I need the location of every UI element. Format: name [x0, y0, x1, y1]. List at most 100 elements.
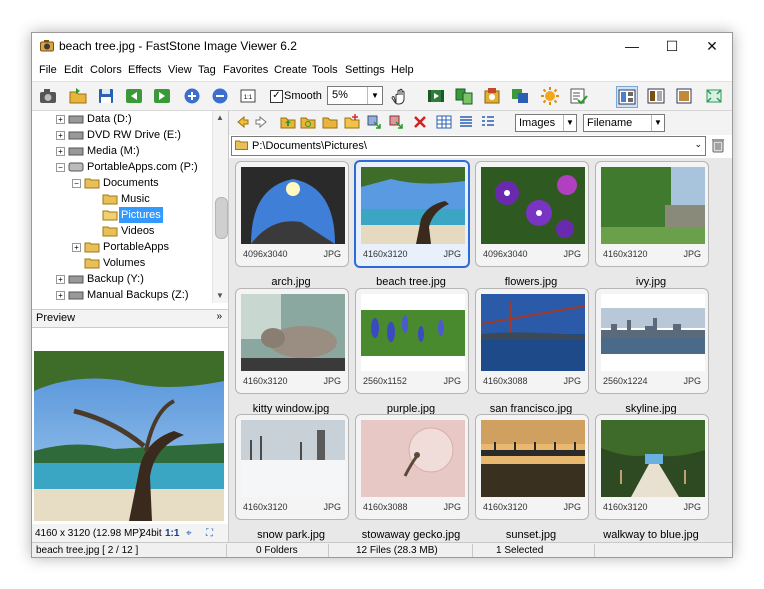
- next-image-icon[interactable]: [152, 86, 172, 106]
- thumbnail-ivy[interactable]: 4160x3120 JPG: [595, 161, 709, 267]
- collapse-icon[interactable]: −: [56, 163, 65, 172]
- tree-item-manual-backups-drive[interactable]: + Manual Backups (Z:): [32, 287, 212, 303]
- menu-settings[interactable]: Settings: [345, 64, 385, 76]
- tree-item-music[interactable]: Music: [32, 191, 212, 207]
- thumbnail-arch[interactable]: 4096x3040 JPG: [235, 161, 349, 267]
- parent-folder-icon[interactable]: [279, 113, 297, 131]
- thumbnails-layout-icon[interactable]: [646, 86, 666, 106]
- collapse-chevron-icon[interactable]: »: [216, 311, 222, 322]
- thumbnail-san-francisco[interactable]: 4160x3088 JPG: [475, 288, 589, 394]
- tree-item-data-drive[interactable]: + Data (D:): [32, 111, 212, 127]
- path-input[interactable]: P:\Documents\Pictures\ ⌄: [231, 136, 706, 156]
- thumbnail-beach-tree[interactable]: 4160x3120 JPG: [354, 160, 470, 268]
- favorite-folder-icon[interactable]: [321, 113, 339, 131]
- menu-view[interactable]: View: [168, 64, 192, 76]
- tree-scrollbar[interactable]: ▲ ▼: [212, 111, 228, 303]
- fit-icon[interactable]: ⌖: [186, 528, 192, 539]
- thumbnail-flowers[interactable]: 4096x3040 JPG: [475, 161, 589, 267]
- file-filter-select[interactable]: Images ▼: [515, 114, 577, 132]
- tree-item-documents[interactable]: − Documents: [32, 175, 212, 191]
- color-tool-icon[interactable]: [510, 86, 530, 106]
- single-view-icon[interactable]: [674, 86, 694, 106]
- hand-tool-icon[interactable]: [390, 86, 410, 106]
- thumbnail-dimensions: 4096x3040: [483, 249, 528, 259]
- maximize-button[interactable]: ☐: [652, 33, 692, 59]
- slideshow-icon[interactable]: [426, 86, 446, 106]
- refresh-folder-icon[interactable]: [299, 113, 317, 131]
- trash-icon[interactable]: [710, 137, 726, 153]
- expand-icon[interactable]: +: [56, 275, 65, 284]
- expand-icon[interactable]: +: [56, 291, 65, 300]
- batch-convert-icon[interactable]: [482, 86, 502, 106]
- menu-file[interactable]: File: [39, 64, 57, 76]
- menu-help[interactable]: Help: [391, 64, 414, 76]
- tree-item-label: Data (D:): [87, 113, 132, 125]
- copy-to-icon[interactable]: [387, 113, 405, 131]
- expand-icon[interactable]: +: [72, 243, 81, 252]
- browser-layout-icon[interactable]: [616, 86, 638, 108]
- back-arrow-icon[interactable]: [233, 113, 251, 131]
- menu-effects[interactable]: Effects: [128, 64, 161, 76]
- menu-edit[interactable]: Edit: [64, 64, 83, 76]
- file-filter-value: Images: [519, 117, 556, 129]
- thumbnail-sunset[interactable]: 4160x3120 JPG: [475, 414, 589, 520]
- checklist-icon[interactable]: [568, 86, 588, 106]
- tree-item-dvd-drive[interactable]: + DVD RW Drive (E:): [32, 127, 212, 143]
- expand-icon[interactable]: +: [56, 115, 65, 124]
- tree-item-pictures[interactable]: Pictures: [32, 207, 212, 223]
- thumbnail-purple[interactable]: 2560x1152 JPG: [355, 288, 469, 394]
- actual-size-button[interactable]: 1:1: [165, 528, 179, 539]
- close-button[interactable]: ✕: [692, 33, 732, 59]
- smooth-checkbox[interactable]: ✓: [270, 90, 283, 103]
- menu-tag[interactable]: Tag: [198, 64, 216, 76]
- actual-size-icon[interactable]: 1:1: [238, 86, 258, 106]
- thumbnail-kitty-window[interactable]: 4160x3120 JPG: [235, 288, 349, 394]
- dvd-drive-icon: [68, 131, 84, 140]
- menu-favorites[interactable]: Favorites: [223, 64, 268, 76]
- menu-tools[interactable]: Tools: [312, 64, 338, 76]
- zoom-select[interactable]: 5% ▼: [327, 86, 383, 105]
- new-folder-icon[interactable]: [343, 113, 361, 131]
- scroll-down-icon[interactable]: ▼: [216, 291, 224, 300]
- open-folder-icon[interactable]: [68, 86, 88, 106]
- tree-item-backup-drive[interactable]: + Backup (Y:): [32, 271, 212, 287]
- minimize-button[interactable]: —: [612, 33, 652, 59]
- collapse-icon[interactable]: −: [72, 179, 81, 188]
- sort-select[interactable]: Filename ▼: [583, 114, 665, 132]
- tree-item-media-drive[interactable]: + Media (M:): [32, 143, 212, 159]
- delete-icon[interactable]: [411, 113, 429, 131]
- zoom-out-icon[interactable]: [210, 86, 230, 106]
- thumbnail-stowaway-gecko[interactable]: 4160x3088 JPG: [355, 414, 469, 520]
- chevron-down-icon[interactable]: ⌄: [694, 139, 702, 150]
- save-icon[interactable]: [96, 86, 116, 106]
- thumbnail-snow-park[interactable]: 4160x3120 JPG: [235, 414, 349, 520]
- tree-item-videos[interactable]: Videos: [32, 223, 212, 239]
- forward-arrow-icon[interactable]: [253, 113, 271, 131]
- thumbnail-skyline[interactable]: 2560x1224 JPG: [595, 288, 709, 394]
- thumbnail-view-icon[interactable]: [435, 113, 453, 131]
- settings-sun-icon[interactable]: [540, 86, 560, 106]
- window-title: beach tree.jpg - FastStone Image Viewer …: [59, 39, 297, 53]
- details-view-icon[interactable]: [457, 113, 475, 131]
- tree-item-label: Pictures: [119, 207, 163, 223]
- drive-icon: [68, 291, 84, 300]
- thumbnail-image: [601, 420, 705, 497]
- move-to-icon[interactable]: [365, 113, 383, 131]
- menu-create[interactable]: Create: [274, 64, 307, 76]
- acquire-camera-button[interactable]: [38, 86, 58, 106]
- fullscreen-icon[interactable]: [704, 86, 724, 106]
- previous-image-icon[interactable]: [124, 86, 144, 106]
- fullscreen-preview-icon[interactable]: ⛶: [206, 528, 213, 539]
- tree-item-volumes[interactable]: Volumes: [32, 255, 212, 271]
- tree-item-portableapps[interactable]: + PortableApps: [32, 239, 212, 255]
- compare-icon[interactable]: [454, 86, 474, 106]
- expand-icon[interactable]: +: [56, 131, 65, 140]
- tree-item-portableapps-drive[interactable]: − PortableApps.com (P:): [32, 159, 212, 175]
- expand-icon[interactable]: +: [56, 147, 65, 156]
- scroll-up-icon[interactable]: ▲: [216, 113, 224, 122]
- menu-colors[interactable]: Colors: [90, 64, 122, 76]
- zoom-in-icon[interactable]: [182, 86, 202, 106]
- thumbnail-walkway-to-blue[interactable]: 4160x3120 JPG: [595, 414, 709, 520]
- scrollbar-thumb[interactable]: [215, 197, 228, 239]
- list-view-icon[interactable]: [479, 113, 497, 131]
